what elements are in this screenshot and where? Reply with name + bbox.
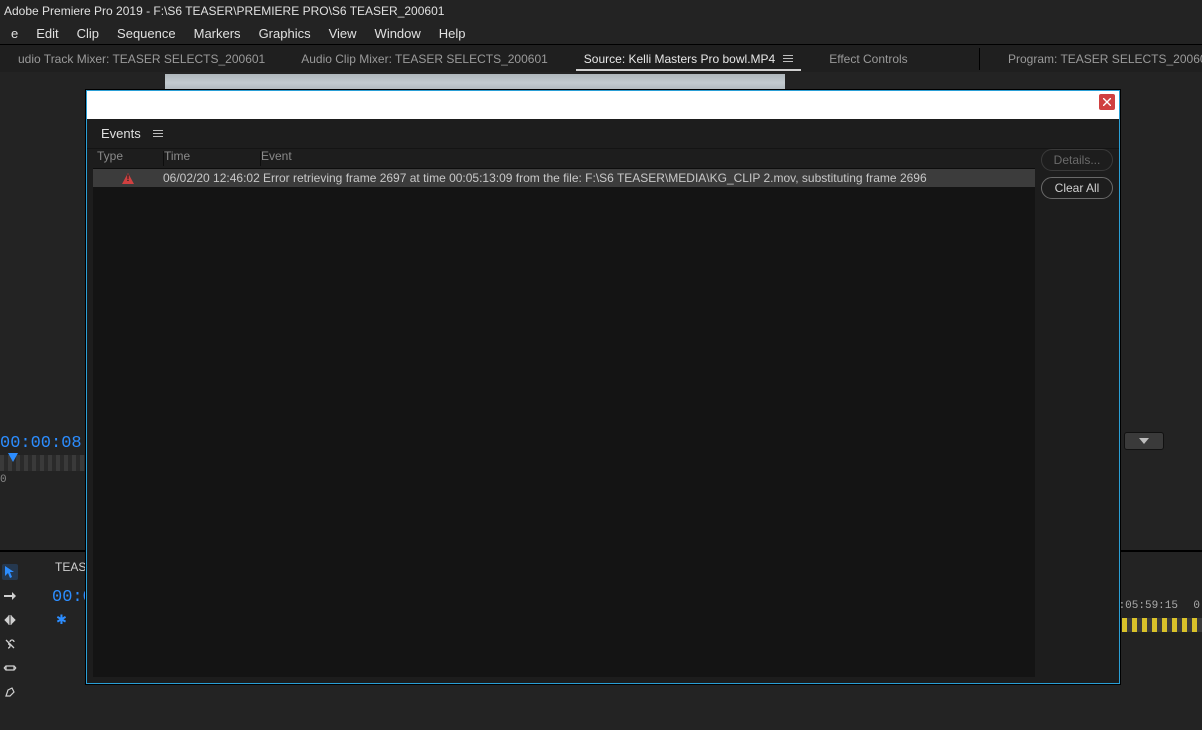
selection-tool-icon[interactable]	[2, 564, 18, 580]
menu-help[interactable]: Help	[430, 26, 475, 41]
tab-source[interactable]: Source: Kelli Masters Pro bowl.MP4	[566, 52, 811, 66]
ripple-edit-tool-icon[interactable]	[2, 612, 18, 628]
menu-markers[interactable]: Markers	[185, 26, 250, 41]
event-row[interactable]: 06/02/20 12:46:02 Error retrieving frame…	[93, 169, 1035, 187]
events-panel-title[interactable]: Events	[87, 119, 1119, 149]
chevron-down-icon	[1139, 438, 1149, 444]
zoom-dropdown[interactable]	[1124, 432, 1164, 450]
events-dialog: Events Type Time Event 06/02/20 12:46:02	[86, 90, 1120, 684]
playhead-icon[interactable]	[8, 453, 18, 462]
snap-icon[interactable]: ✱	[56, 612, 67, 628]
panel-menu-icon[interactable]	[153, 130, 163, 137]
tab-audio-clip-mixer[interactable]: Audio Clip Mixer: TEASER SELECTS_200601	[283, 52, 566, 66]
tab-label: Program: TEASER SELECTS_200601	[1008, 52, 1202, 66]
tab-label: Effect Controls	[829, 52, 907, 66]
panel-tab-row: udio Track Mixer: TEASER SELECTS_200601 …	[0, 44, 1202, 72]
sequence-tab[interactable]: TEASI	[55, 560, 90, 574]
razor-tool-icon[interactable]	[2, 636, 18, 652]
pen-tool-icon[interactable]	[2, 684, 18, 700]
panel-title-label: Events	[101, 126, 141, 141]
close-button[interactable]	[1099, 94, 1115, 110]
dialog-body: Events Type Time Event 06/02/20 12:46:02	[87, 119, 1119, 683]
panel-menu-icon[interactable]	[783, 55, 793, 62]
event-message-cell: Error retrieving frame 2697 at time 00:0…	[259, 171, 1035, 185]
menu-graphics[interactable]: Graphics	[250, 26, 320, 41]
menu-view[interactable]: View	[320, 26, 366, 41]
track-select-tool-icon[interactable]	[2, 588, 18, 604]
column-event[interactable]: Event	[261, 149, 1035, 168]
event-type-cell	[93, 173, 163, 184]
program-time-ruler[interactable]	[1122, 618, 1202, 632]
menu-bar: e Edit Clip Sequence Markers Graphics Vi…	[0, 22, 1202, 44]
event-time-cell: 06/02/20 12:46:02	[163, 171, 259, 185]
tab-label: Audio Clip Mixer: TEASER SELECTS_200601	[301, 52, 548, 66]
details-button: Details...	[1041, 149, 1113, 171]
tab-effect-controls[interactable]: Effect Controls	[811, 52, 925, 66]
warning-icon	[122, 173, 134, 184]
tab-label: Source: Kelli Masters Pro bowl.MP4	[584, 52, 775, 66]
menu-clip[interactable]: Clip	[68, 26, 108, 41]
events-side-buttons: Details... Clear All	[1035, 149, 1113, 677]
window-title: Adobe Premiere Pro 2019 - F:\S6 TEASER\P…	[0, 0, 1202, 22]
close-icon	[1103, 98, 1111, 106]
events-empty-area	[93, 187, 1035, 677]
menu-sequence[interactable]: Sequence	[108, 26, 185, 41]
events-header: Type Time Event	[93, 149, 1035, 169]
tool-strip	[0, 558, 20, 700]
ruler-tick-label: 0	[0, 474, 7, 486]
column-type[interactable]: Type	[93, 149, 163, 168]
program-ruler-tick: 0	[1193, 600, 1200, 612]
tab-audio-track-mixer[interactable]: udio Track Mixer: TEASER SELECTS_200601	[0, 52, 283, 66]
slip-tool-icon[interactable]	[2, 660, 18, 676]
menu-file[interactable]: e	[2, 26, 27, 41]
column-time[interactable]: Time	[164, 149, 260, 168]
source-time-ruler[interactable]	[0, 455, 86, 471]
menu-window[interactable]: Window	[366, 26, 430, 41]
clear-all-button[interactable]: Clear All	[1041, 177, 1113, 199]
events-list: Type Time Event 06/02/20 12:46:02 Error …	[93, 149, 1035, 677]
dialog-titlebar[interactable]	[87, 91, 1119, 119]
tab-label: udio Track Mixer: TEASER SELECTS_200601	[18, 52, 265, 66]
menu-edit[interactable]: Edit	[27, 26, 67, 41]
tab-program[interactable]: Program: TEASER SELECTS_200601	[990, 52, 1202, 66]
